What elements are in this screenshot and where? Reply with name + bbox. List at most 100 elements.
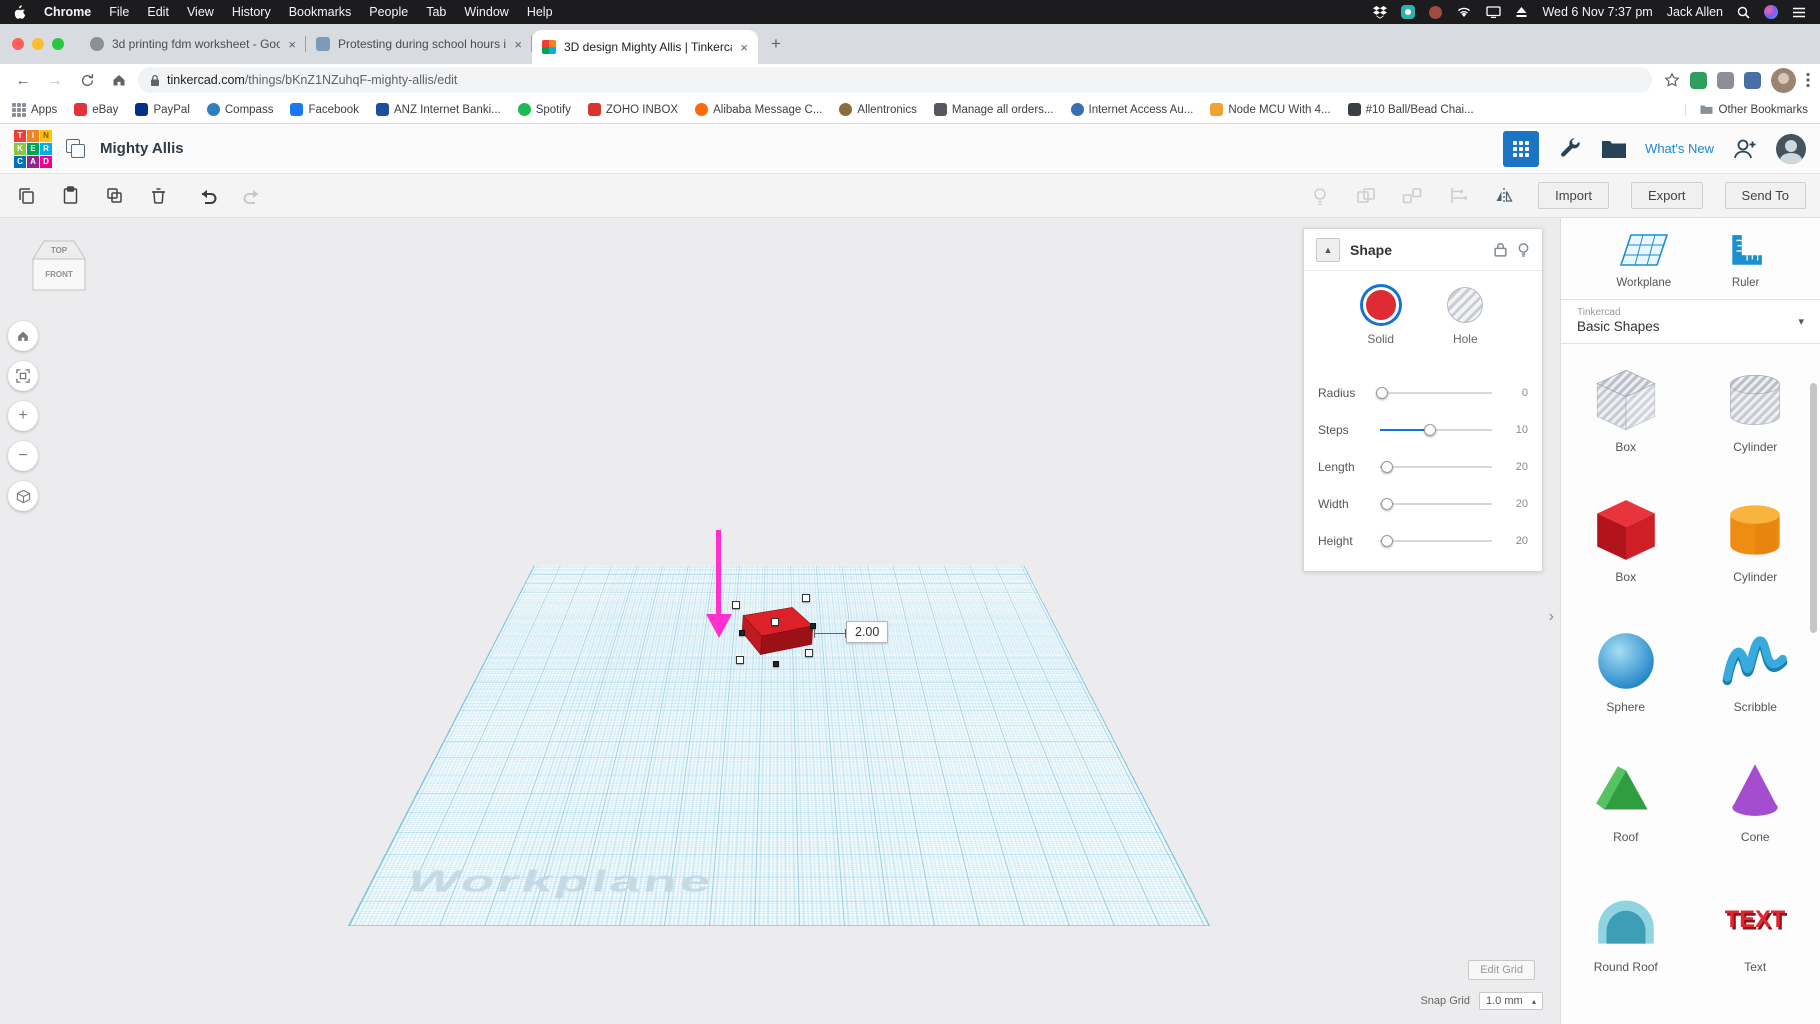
- shape-tile-text[interactable]: TEXT TEXT Text: [1691, 876, 1820, 1006]
- undo-icon[interactable]: [196, 184, 220, 208]
- url-bar[interactable]: tinkercad.com/things/bKnZ1NZuhqF-mighty-…: [138, 67, 1652, 93]
- bookmark-apps[interactable]: Apps: [12, 103, 57, 117]
- export-button[interactable]: Export: [1631, 182, 1703, 209]
- minimize-window-button[interactable]: [32, 38, 44, 50]
- spotlight-icon[interactable]: [1737, 6, 1750, 19]
- dimension-input[interactable]: 2.00: [846, 621, 888, 643]
- shape-tile-sphere[interactable]: Sphere: [1561, 616, 1691, 746]
- bookmark-paypal[interactable]: PayPal: [135, 103, 189, 116]
- scale-handle-nw[interactable]: [732, 601, 740, 609]
- snap-grid-select[interactable]: 1.0 mm ▴: [1479, 992, 1543, 1010]
- edge-handle-front[interactable]: [773, 661, 779, 667]
- inspector-collapse-button[interactable]: ▲: [1316, 238, 1340, 262]
- menubar-item-bookmarks[interactable]: Bookmarks: [289, 5, 352, 19]
- extension-icon-2[interactable]: [1717, 72, 1734, 89]
- forward-button[interactable]: →: [42, 67, 68, 93]
- scale-handle-sw[interactable]: [736, 656, 744, 664]
- whats-new-link[interactable]: What's New: [1645, 141, 1714, 156]
- length-slider-knob[interactable]: [1381, 461, 1393, 473]
- extension-icon-3[interactable]: [1744, 72, 1761, 89]
- other-bookmarks[interactable]: Other Bookmarks: [1685, 104, 1808, 116]
- helper-ruler[interactable]: Ruler: [1727, 232, 1765, 289]
- menubar-item-history[interactable]: History: [232, 5, 271, 19]
- bookmark-manage-orders[interactable]: Manage all orders...: [934, 103, 1054, 116]
- delete-icon[interactable]: [146, 184, 170, 208]
- shape-tile-box[interactable]: Box: [1561, 486, 1691, 616]
- scale-handle-ne[interactable]: [802, 594, 810, 602]
- menubar-item-help[interactable]: Help: [527, 5, 553, 19]
- home-view-button[interactable]: [8, 321, 38, 351]
- mirror-flip-icon[interactable]: [1492, 184, 1516, 208]
- bookmark-nodemcu[interactable]: Node MCU With 4...: [1210, 103, 1330, 116]
- hide-bulb-icon[interactable]: [1517, 242, 1530, 258]
- design-title[interactable]: Mighty Allis: [100, 140, 184, 157]
- bookmark-zoho[interactable]: ZOHO INBOX: [588, 103, 678, 116]
- duplicate-icon[interactable]: [102, 184, 126, 208]
- solid-option[interactable]: Solid: [1363, 287, 1399, 346]
- shape-tile-roof[interactable]: Roof: [1561, 746, 1691, 876]
- solid-swatch[interactable]: [1363, 287, 1399, 323]
- lock-icon[interactable]: [1494, 242, 1507, 257]
- send-to-button[interactable]: Send To: [1725, 182, 1806, 209]
- bookmark-facebook[interactable]: Facebook: [290, 103, 359, 116]
- align-icon[interactable]: [1446, 184, 1470, 208]
- menubar-clock[interactable]: Wed 6 Nov 7:37 pm: [1542, 5, 1652, 19]
- length-slider-track[interactable]: [1380, 466, 1492, 468]
- edge-handle-left[interactable]: [739, 630, 745, 636]
- shape-category-dropdown[interactable]: Tinkercad Basic Shapes ▾: [1561, 299, 1820, 344]
- import-button[interactable]: Import: [1538, 182, 1609, 209]
- fit-view-button[interactable]: [8, 361, 38, 391]
- reload-button[interactable]: [74, 67, 100, 93]
- shape-tile-cone[interactable]: Cone: [1691, 746, 1820, 876]
- scale-handle-se[interactable]: [805, 649, 813, 657]
- width-slider-track[interactable]: [1380, 503, 1492, 505]
- extension-icon-1[interactable]: [1690, 72, 1707, 89]
- paste-icon[interactable]: [58, 184, 82, 208]
- display-icon[interactable]: [1486, 6, 1501, 18]
- shape-tile-hole-box[interactable]: Box: [1561, 356, 1691, 486]
- radius-slider-knob[interactable]: [1376, 387, 1388, 399]
- bookmark-spotify[interactable]: Spotify: [518, 103, 571, 116]
- chrome-menu-icon[interactable]: [1806, 72, 1810, 88]
- steps-slider-track[interactable]: [1380, 429, 1492, 431]
- new-tab-button[interactable]: +: [762, 30, 790, 58]
- menubar-item-tab[interactable]: Tab: [426, 5, 446, 19]
- shape-tile-scribble[interactable]: Scribble: [1691, 616, 1820, 746]
- height-slider-knob[interactable]: [1381, 535, 1393, 547]
- edge-handle-right[interactable]: [810, 623, 816, 629]
- show-all-bulb-icon[interactable]: [1308, 184, 1332, 208]
- menubar-item-window[interactable]: Window: [464, 5, 508, 19]
- view-cube[interactable]: TOP FRONT: [30, 238, 88, 302]
- blocks-view-button[interactable]: [1503, 131, 1539, 167]
- helper-workplane[interactable]: Workplane: [1616, 232, 1671, 289]
- zoom-out-button[interactable]: −: [8, 441, 38, 471]
- tab-close-icon[interactable]: ×: [288, 38, 296, 51]
- menubar-item-edit[interactable]: Edit: [147, 5, 169, 19]
- perspective-toggle-button[interactable]: [8, 481, 38, 511]
- bookmark-star-icon[interactable]: [1664, 72, 1680, 88]
- wifi-icon[interactable]: [1456, 6, 1472, 18]
- tools-wrench-icon[interactable]: [1557, 136, 1583, 162]
- bookmark-internet-access[interactable]: Internet Access Au...: [1071, 103, 1194, 116]
- menubar-item-chrome[interactable]: Chrome: [44, 5, 91, 19]
- red-app-icon[interactable]: [1429, 6, 1442, 19]
- zoom-in-button[interactable]: +: [8, 401, 38, 431]
- menubar-item-view[interactable]: View: [187, 5, 214, 19]
- user-avatar[interactable]: [1776, 134, 1806, 164]
- library-collapse-chevron[interactable]: ›: [1549, 608, 1554, 626]
- tinkercad-logo[interactable]: TIN KER CAD: [14, 130, 52, 168]
- shape-tile-cylinder[interactable]: Cylinder: [1691, 486, 1820, 616]
- shape-tile-round-roof[interactable]: Round Roof: [1561, 876, 1691, 1006]
- edit-grid-button[interactable]: Edit Grid: [1468, 960, 1535, 980]
- ungroup-icon[interactable]: [1400, 184, 1424, 208]
- height-slider-track[interactable]: [1380, 540, 1492, 542]
- 3d-viewport[interactable]: TOP FRONT + − Workplane 2.00 ▲ Shape Sol…: [0, 218, 1560, 1024]
- design-properties-icon[interactable]: [66, 139, 86, 159]
- group-icon[interactable]: [1354, 184, 1378, 208]
- browser-tab-1[interactable]: 3d printing fdm worksheet - Goo ×: [80, 24, 306, 64]
- browser-tab-3-active[interactable]: 3D design Mighty Allis | Tinkerca ×: [532, 30, 758, 64]
- bookmark-anz[interactable]: ANZ Internet Banki...: [376, 103, 501, 116]
- width-slider-knob[interactable]: [1381, 498, 1393, 510]
- home-button[interactable]: [106, 67, 132, 93]
- steps-slider-knob[interactable]: [1424, 424, 1436, 436]
